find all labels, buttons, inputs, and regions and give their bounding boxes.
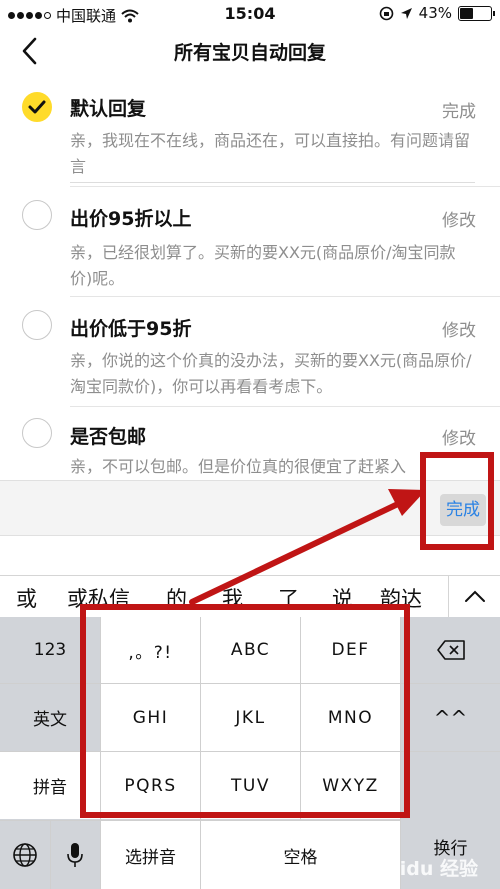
collapse-candidates-button[interactable] <box>448 576 500 618</box>
nav-bar: 所有宝贝自动回复 <box>0 28 500 76</box>
page-title: 所有宝贝自动回复 <box>173 42 326 64</box>
key-microphone[interactable] <box>50 821 100 889</box>
key-grid-line <box>100 617 101 889</box>
divider <box>70 406 500 407</box>
battery-icon <box>458 5 495 21</box>
rotation-lock-icon <box>379 6 393 20</box>
reply-item-default[interactable]: 默认回复 完成 亲，我现在不在线，商品还在，可以直接拍。有问题请留言 <box>0 88 500 188</box>
key-123[interactable]: 123 <box>0 617 100 683</box>
reply-text: 亲，不可以包邮。但是价位真的很便宜了赶紧入 <box>70 457 407 476</box>
reply-text: 亲，已经很划算了。买新的要XX元(商品原价/淘宝同款价)呢。 <box>70 243 456 288</box>
candidate-word[interactable]: 韵达 <box>380 583 422 613</box>
key-mno[interactable]: MNO <box>301 684 400 751</box>
microphone-icon <box>67 843 83 867</box>
location-arrow-icon <box>400 7 412 19</box>
reply-name: 默认回复 <box>70 98 147 120</box>
candidate-word[interactable]: 或私信 <box>67 583 130 613</box>
key-emoticon[interactable]: ^^ <box>401 684 500 751</box>
nine-key-keyboard: 123 英文 拼音 ,。?! ABC DEF GHI JKL MNO PQRS … <box>0 617 500 889</box>
status-right: 43% <box>379 4 495 22</box>
key-grid-line <box>50 821 51 889</box>
key-wxyz[interactable]: WXYZ <box>301 752 400 819</box>
key-grid-line <box>400 617 401 889</box>
reply-text-editor[interactable]: 亲，我现在不在线，商品还在，可以直接拍。有问题请留言 <box>70 128 475 183</box>
reply-name: 出价低于95折 <box>70 318 192 340</box>
radio-circle-icon[interactable] <box>22 418 52 448</box>
key-grid-line <box>0 683 500 684</box>
candidate-word[interactable]: 我 <box>222 583 243 613</box>
key-ghi[interactable]: GHI <box>101 684 200 751</box>
reply-edit-link[interactable]: 修改 <box>442 424 476 449</box>
candidate-word[interactable]: 了 <box>278 583 299 613</box>
reply-text: 亲，你说的这个价真的没办法，买新的要XX元(商品原价/淘宝同款价)，你可以再看看… <box>70 351 472 396</box>
key-tuv[interactable]: TUV <box>201 752 300 819</box>
check-circle-icon[interactable] <box>22 92 52 122</box>
reply-edit-link[interactable]: 修改 <box>442 316 476 341</box>
battery-percent: 43% <box>418 4 452 22</box>
key-grid-line <box>0 751 500 752</box>
backspace-icon <box>436 640 465 660</box>
key-punctuation[interactable]: ,。?! <box>101 617 200 683</box>
divider <box>70 296 500 297</box>
key-pqrs[interactable]: PQRS <box>101 752 200 819</box>
candidate-bar: 或 或私信 的 我 了 说 韵达 <box>0 575 500 618</box>
reply-item-free-shipping[interactable]: 是否包邮 修改 亲，不可以包邮。但是价位真的很便宜了赶紧入 <box>0 418 500 480</box>
radio-circle-icon[interactable] <box>22 200 52 230</box>
radio-circle-icon[interactable] <box>22 310 52 340</box>
globe-icon <box>13 843 37 867</box>
reply-item-above-95[interactable]: 出价95折以上 修改 亲，已经很划算了。买新的要XX元(商品原价/淘宝同款价)呢… <box>0 198 500 298</box>
key-delete[interactable] <box>401 617 500 683</box>
key-english[interactable]: 英文 <box>0 684 100 751</box>
battery-fill <box>460 7 473 19</box>
reply-name: 出价95折以上 <box>70 208 192 230</box>
key-def[interactable]: DEF <box>301 617 400 683</box>
key-abc[interactable]: ABC <box>201 617 300 683</box>
key-jkl[interactable]: JKL <box>201 684 300 751</box>
watermark: Baidu 经验 <box>372 858 478 880</box>
divider <box>70 186 500 187</box>
key-globe[interactable] <box>0 821 50 889</box>
key-grid-line <box>300 617 301 821</box>
reply-done-link[interactable]: 完成 <box>442 97 476 122</box>
reply-edit-link[interactable]: 修改 <box>442 206 476 231</box>
key-pinyin[interactable]: 拼音 <box>0 752 100 819</box>
candidate-word[interactable]: 或 <box>16 583 37 613</box>
key-select-pinyin[interactable]: 选拼音 <box>101 821 200 889</box>
key-space[interactable]: 空格 <box>201 821 400 889</box>
status-bar: 中国联通 15:04 43% <box>0 0 500 28</box>
key-grid-line <box>200 617 201 889</box>
candidate-word[interactable]: 说 <box>332 583 353 613</box>
candidate-word[interactable]: 的 <box>166 583 187 613</box>
keyboard-accessory-bar: 完成 <box>0 480 500 536</box>
chevron-up-icon <box>465 590 485 602</box>
done-button[interactable]: 完成 <box>440 494 486 526</box>
reply-item-below-95[interactable]: 出价低于95折 修改 亲，你说的这个价真的没办法，买新的要XX元(商品原价/淘宝… <box>0 308 500 408</box>
reply-name: 是否包邮 <box>70 426 147 448</box>
